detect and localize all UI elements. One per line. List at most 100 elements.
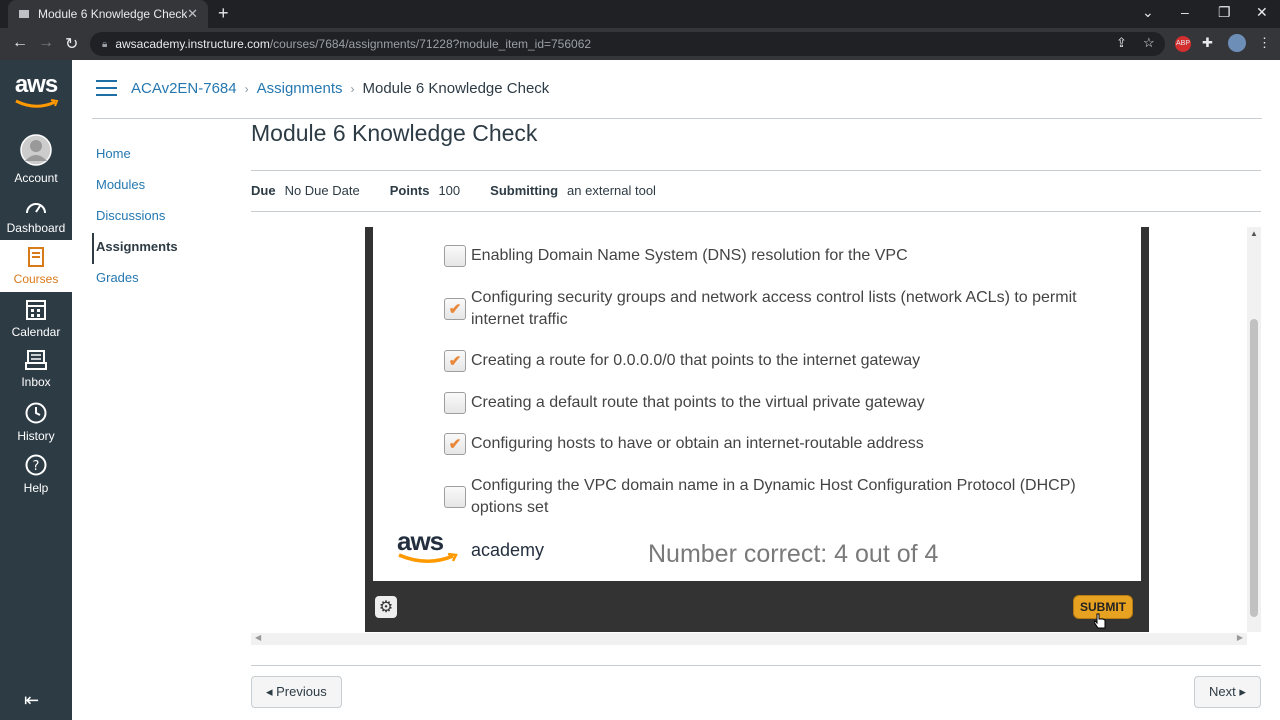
reload-icon[interactable]: ↻ [65,34,78,54]
svg-text:?: ? [33,459,40,474]
global-nav-account[interactable]: Account [0,134,72,185]
aws-smile-icon [398,553,458,563]
settings-gear-icon[interactable]: ⚙ [375,596,397,618]
tab-search-icon[interactable]: ⌄ [1142,4,1154,21]
option-checkbox[interactable] [444,392,466,414]
assignment-details: Due No Due Date Points 100 Submitting an… [251,183,686,198]
aws-logo[interactable]: aws [0,71,72,114]
extensions-icon[interactable]: ✚ [1202,35,1213,51]
divider [251,170,1261,171]
bookmark-star-icon[interactable]: ☆ [1143,35,1155,51]
collapse-nav-icon[interactable]: ⇤ [24,690,39,711]
hand-cursor-icon [1094,613,1106,629]
option-text: Configuring the VPC domain name in a Dyn… [471,477,1076,516]
aws-smile-icon [15,99,59,108]
option-text: Creating a default route that points to … [471,394,925,411]
points-value: 100 [438,183,461,198]
course-menu-toggle-icon[interactable] [96,80,117,101]
quiz-content: Enabling Domain Name System (DNS) resolu… [373,227,1141,581]
breadcrumb: ACAv2EN-7684 › Assignments › Module 6 Kn… [131,80,549,97]
browser-tab[interactable]: Module 6 Knowledge Check ✕ [8,0,208,28]
aws-academy-logo-sub: academy [471,540,545,560]
course-nav-modules[interactable]: Modules [92,171,242,202]
quiz-option[interactable]: ✔ Creating a route for 0.0.0.0/0 that po… [444,350,1081,372]
breadcrumb-separator-icon: › [350,81,355,96]
page-title: Module 6 Knowledge Check [251,120,538,146]
global-nav-calendar[interactable]: Calendar [0,298,72,342]
url-host: awsacademy.instructure.com [115,37,270,51]
course-navigation: Home Modules Discussions Assignments Gra… [92,140,242,295]
scroll-right-icon[interactable]: ▶ [1237,633,1243,642]
site-favicon-icon [18,8,30,20]
share-icon[interactable]: ⇪ [1116,35,1127,51]
quiz-option[interactable]: ✔ Configuring hosts to have or obtain an… [444,433,1081,455]
browser-menu-icon[interactable]: ⋮ [1258,35,1271,51]
option-text: Enabling Domain Name System (DNS) resolu… [471,247,908,264]
address-bar[interactable]: 🔒︎ awsacademy.instructure.com /courses/7… [90,32,1165,56]
option-checkbox[interactable] [444,486,466,508]
course-nav-grades[interactable]: Grades [92,264,242,295]
breadcrumb-assignments[interactable]: Assignments [257,80,343,97]
course-nav-assignments[interactable]: Assignments [92,233,242,264]
tab-title: Module 6 Knowledge Check [38,7,188,21]
profile-avatar-icon[interactable] [1228,34,1246,52]
quiz-option[interactable]: Creating a default route that points to … [444,392,1081,414]
global-nav-dashboard[interactable]: Dashboard [0,198,72,238]
breadcrumb-separator-icon: › [244,81,249,96]
global-nav-label: Calendar [11,325,61,339]
vertical-scrollbar[interactable]: ▲ [1247,227,1261,632]
course-nav-home[interactable]: Home [92,140,242,171]
dashboard-icon [0,198,72,219]
quiz-option[interactable]: Enabling Domain Name System (DNS) resolu… [444,245,1081,267]
adblock-icon[interactable]: ABP [1175,36,1191,52]
close-tab-icon[interactable]: ✕ [187,6,198,22]
aws-logo-text: aws [14,71,58,98]
previous-button[interactable]: ◂ Previous [251,676,342,708]
global-nav-help[interactable]: ? Help [0,454,72,498]
checkmark-icon: ✔ [448,352,462,370]
horizontal-scrollbar[interactable]: ◀ ▶ [251,633,1247,645]
new-tab-icon[interactable]: + [218,3,229,24]
next-button[interactable]: Next ▸ [1194,676,1261,708]
points-label: Points [389,183,430,198]
global-nav-label: Inbox [21,375,51,389]
option-checkbox[interactable] [444,245,466,267]
checkmark-icon: ✔ [448,300,462,318]
due-value: No Due Date [284,183,360,198]
restore-icon[interactable]: ❐ [1218,4,1231,21]
divider [251,211,1261,212]
global-nav-label: Account [14,171,58,185]
global-nav-courses[interactable]: Courses [0,240,72,292]
option-checkbox[interactable]: ✔ [444,350,466,372]
submitting-value: an external tool [567,183,656,198]
global-nav-label: Dashboard [6,221,66,235]
inbox-icon [0,350,72,373]
global-nav-label: History [17,429,55,443]
option-text: Configuring hosts to have or obtain an i… [471,435,924,452]
close-window-icon[interactable]: ✕ [1256,4,1268,21]
global-nav-history[interactable]: History [0,402,72,446]
aws-academy-logo: aws academy [397,528,545,565]
global-nav-inbox[interactable]: Inbox [0,350,72,394]
option-text: Creating a route for 0.0.0.0/0 that poin… [471,352,921,369]
breadcrumb-course[interactable]: ACAv2EN-7684 [131,80,237,97]
score-text: Number correct: 4 out of 4 [648,540,939,568]
minimize-icon[interactable]: – [1181,4,1189,20]
scroll-left-icon[interactable]: ◀ [255,633,261,642]
url-path: /courses/7684/assignments/71228?module_i… [269,37,592,51]
back-icon[interactable]: ← [12,34,28,52]
quiz-option[interactable]: ✔ Configuring security groups and networ… [444,287,1081,331]
lock-icon: 🔒︎ [102,38,108,50]
scroll-up-icon[interactable]: ▲ [1250,229,1258,238]
due-label: Due [251,183,276,198]
course-nav-discussions[interactable]: Discussions [92,202,242,233]
submitting-label: Submitting [490,183,559,198]
option-checkbox[interactable]: ✔ [444,433,466,455]
forward-icon[interactable]: → [38,34,54,52]
history-icon [0,402,72,427]
global-navigation: aws Account Dashboard Courses Calendar I… [0,60,72,720]
breadcrumb-current: Module 6 Knowledge Check [362,80,550,97]
option-checkbox[interactable]: ✔ [444,298,466,320]
quiz-option[interactable]: Configuring the VPC domain name in a Dyn… [444,475,1081,519]
scrollbar-thumb[interactable] [1250,319,1258,617]
